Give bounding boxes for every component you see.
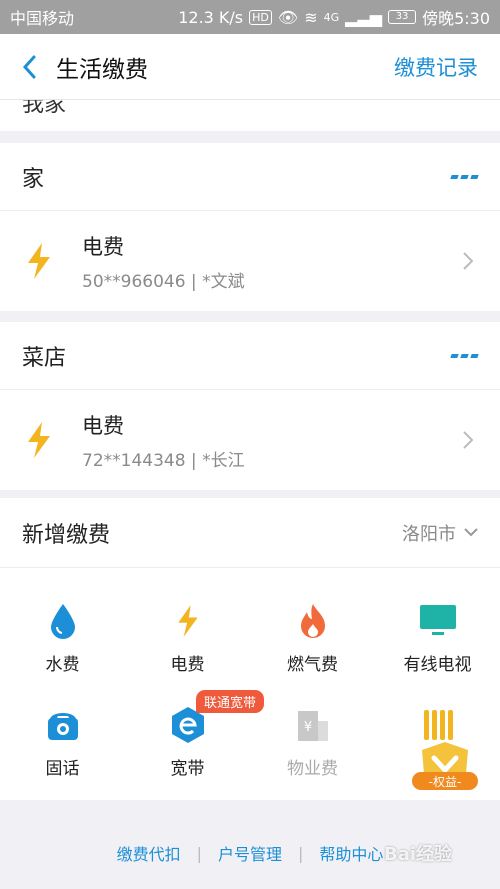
partial-group-name: 我家 (22, 100, 67, 117)
service-label: 水费 (45, 655, 80, 675)
group-card-shop: 菜店 电费 72**144348 | *长江 (0, 322, 500, 490)
group-header: 家 (0, 143, 500, 211)
water-drop-icon (50, 604, 75, 639)
tv-icon (419, 605, 456, 635)
wifi-icon: ≋ (304, 7, 318, 27)
city-selector[interactable]: 洛阳市 (402, 520, 478, 546)
service-label: 宽带 (170, 759, 205, 779)
carrier-name: 中国移动 (10, 9, 75, 28)
separator: | (196, 843, 202, 863)
separator: | (298, 843, 304, 863)
battery-icon: 33 (388, 10, 417, 24)
watermark: Bai经验 (384, 844, 453, 865)
eye-icon: 👁 (277, 7, 299, 27)
page-title: 生活缴费 (56, 56, 148, 83)
chevron-right-icon (458, 430, 478, 450)
service-label: 物业费 (287, 759, 338, 779)
more-icon[interactable] (450, 353, 479, 358)
service-electric[interactable]: 电费 (125, 598, 250, 675)
service-label: 燃气费 (287, 655, 338, 675)
bill-type: 电费 (82, 234, 124, 259)
lightning-icon (177, 605, 198, 637)
auto-debit-link[interactable]: 缴费代扣 (117, 841, 181, 865)
chevron-left-icon (22, 55, 36, 78)
clock: 傍晚5:30 (422, 9, 490, 28)
add-payment-title: 新增缴费 (22, 522, 111, 548)
bill-type: 电费 (82, 413, 124, 438)
service-label: 有线电视 (403, 655, 472, 675)
flame-icon (300, 604, 325, 638)
group-header: 菜店 (0, 322, 500, 390)
radiator-icon (423, 710, 453, 740)
signal-icon: ▂▃▅ (345, 7, 383, 27)
lightning-icon (28, 243, 50, 279)
bill-item[interactable]: 电费 50**966046 | *文斌 (0, 211, 500, 311)
chevron-down-icon (464, 528, 478, 537)
service-tv[interactable]: 有线电视 (375, 598, 500, 675)
telephone-icon (47, 713, 78, 740)
network-speed: 12.3 K/s (178, 7, 244, 27)
service-label: 固话 (45, 759, 80, 779)
group-card-home: 家 电费 50**966046 | *文斌 (0, 143, 500, 311)
rights-badge[interactable]: -权益- (408, 740, 482, 796)
group-name: 菜店 (22, 345, 67, 371)
payment-record-link[interactable]: 缴费记录 (394, 52, 478, 82)
bill-account: 72**144348 | *长江 (82, 450, 245, 471)
building-icon: ¥ (297, 711, 328, 741)
city-label: 洛阳市 (402, 523, 456, 545)
service-water[interactable]: 水费 (0, 598, 125, 675)
bill-item[interactable]: 电费 72**144348 | *长江 (0, 390, 500, 490)
help-center-link[interactable]: 帮助中心 (319, 841, 383, 865)
service-broadband[interactable]: 宽带 (125, 702, 250, 779)
add-payment-header: 新增缴费 洛阳市 (0, 498, 500, 568)
partial-group-card: 我家 (0, 100, 500, 131)
more-icon[interactable] (450, 174, 479, 179)
svg-text:¥: ¥ (303, 720, 311, 735)
service-property[interactable]: ¥ 物业费 (250, 702, 375, 779)
rights-label: -权益- (428, 775, 462, 789)
account-management-link[interactable]: 户号管理 (218, 841, 282, 865)
status-bar: 中国移动 12.3 K/s HD 👁 ≋ 4G ▂▃▅ 33 傍晚5:30 (0, 0, 500, 34)
signal-label: 4G (323, 10, 340, 24)
nav-bar: 生活缴费 缴费记录 (0, 34, 500, 100)
bill-account: 50**966046 | *文斌 (82, 271, 245, 292)
service-telephone[interactable]: 固话 (0, 702, 125, 779)
lightning-icon (28, 422, 50, 458)
back-button[interactable] (8, 34, 50, 100)
hd-badge: HD (249, 9, 272, 25)
service-label: 电费 (170, 655, 205, 675)
group-name: 家 (22, 166, 45, 192)
broadband-promo-tag: 联通宽带 (196, 690, 265, 713)
service-gas[interactable]: 燃气费 (250, 598, 375, 675)
chevron-right-icon (458, 251, 478, 271)
